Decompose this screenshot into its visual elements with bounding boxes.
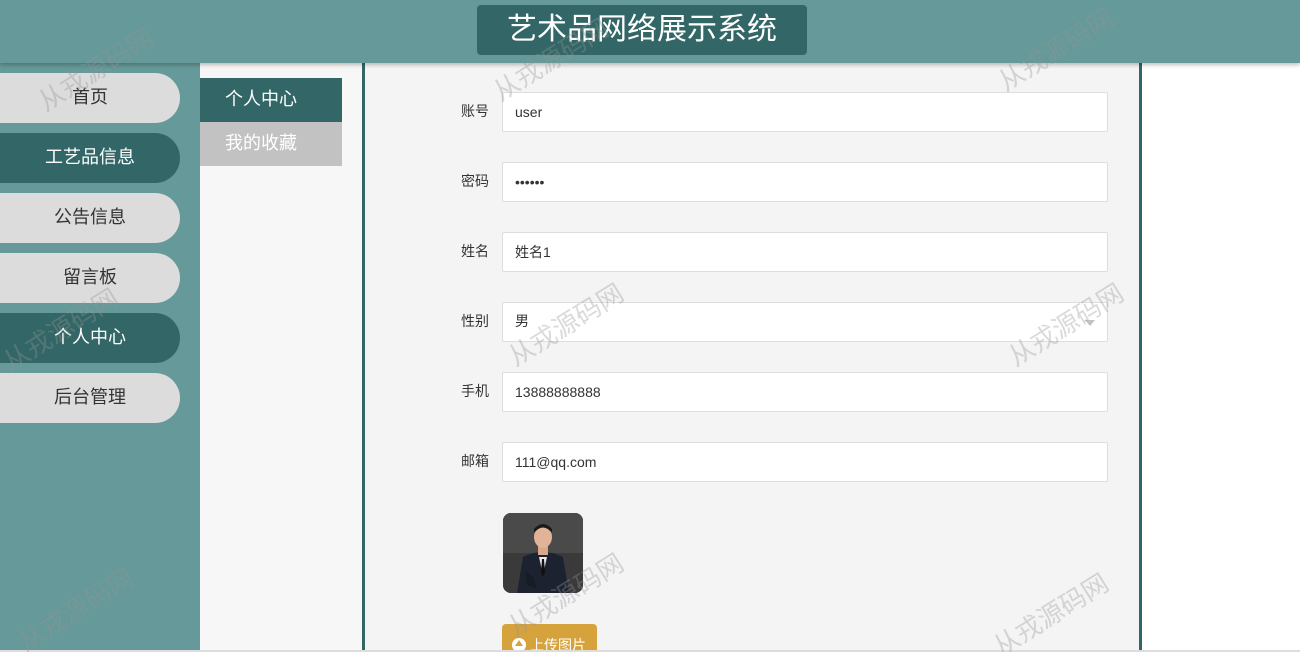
nav-item-message-board[interactable]: 留言板 bbox=[0, 253, 180, 303]
sidebar: 首页 工艺品信息 公告信息 留言板 个人中心 后台管理 bbox=[0, 63, 200, 652]
avatar-photo bbox=[503, 513, 583, 593]
nav-item-personal-center[interactable]: 个人中心 bbox=[0, 313, 180, 363]
upload-image-button[interactable]: 上传图片 bbox=[502, 624, 597, 652]
gender-select[interactable]: 男 bbox=[502, 302, 1108, 342]
email-input[interactable] bbox=[502, 442, 1108, 482]
nav-item-home[interactable]: 首页 bbox=[0, 73, 180, 123]
profile-form: 账号 密码 姓名 性别 男 手机 邮箱 上传图片 bbox=[362, 63, 1142, 652]
name-input[interactable] bbox=[502, 232, 1108, 272]
account-input[interactable] bbox=[502, 92, 1108, 132]
phone-input[interactable] bbox=[502, 372, 1108, 412]
subnav-item-personal-center[interactable]: 个人中心 bbox=[200, 78, 342, 122]
subnav: 个人中心 我的收藏 bbox=[200, 63, 362, 652]
site-title: 艺术品网络展示系统 bbox=[477, 5, 807, 55]
gender-select-value: 男 bbox=[515, 314, 529, 330]
header: 艺术品网络展示系统 bbox=[0, 0, 1300, 63]
nav-item-crafts[interactable]: 工艺品信息 bbox=[0, 133, 180, 183]
nav-item-admin[interactable]: 后台管理 bbox=[0, 373, 180, 423]
nav-item-announcements[interactable]: 公告信息 bbox=[0, 193, 180, 243]
avatar bbox=[503, 513, 583, 593]
chevron-down-icon bbox=[1085, 320, 1095, 326]
subnav-item-favorites[interactable]: 我的收藏 bbox=[200, 122, 342, 166]
password-input[interactable] bbox=[502, 162, 1108, 202]
